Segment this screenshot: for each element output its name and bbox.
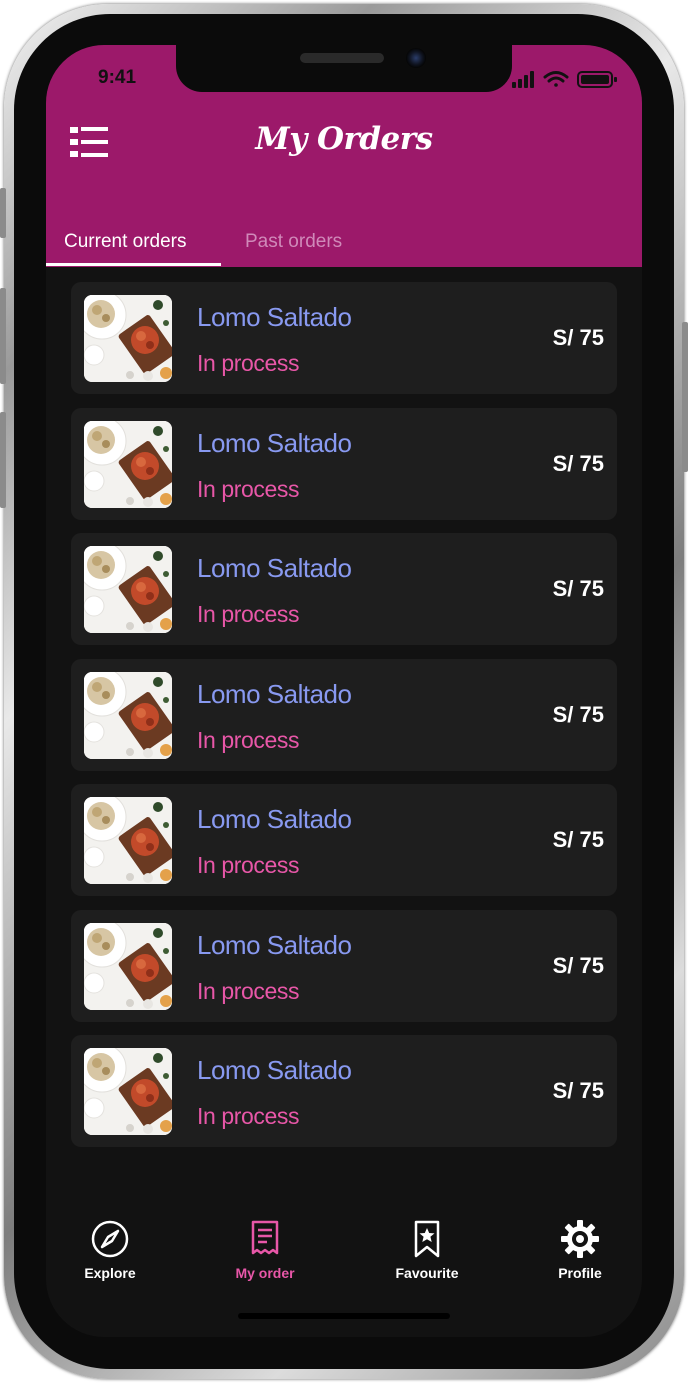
order-price: S/ 75 <box>552 1078 604 1103</box>
nav-my-order[interactable]: My order <box>205 1219 325 1281</box>
app-screen: 9:41 My Orders Current orders Past order… <box>46 45 642 1337</box>
power-button <box>682 322 688 472</box>
order-thumbnail <box>84 295 172 382</box>
order-card-6[interactable]: Lomo Saltado In process S/ 75 <box>71 909 617 1022</box>
order-card-5[interactable]: Lomo Saltado In process S/ 75 <box>71 784 617 896</box>
order-name: Lomo Saltado <box>197 1055 352 1085</box>
volume-down-button <box>0 412 6 508</box>
tab-current-orders[interactable]: Current orders <box>64 231 187 253</box>
order-status: In process <box>197 475 300 502</box>
order-name: Lomo Saltado <box>197 929 352 960</box>
order-thumbnail <box>84 922 172 1010</box>
order-name: Lomo Saltado <box>197 678 352 709</box>
compass-icon <box>91 1220 129 1258</box>
order-price: S/ 75 <box>552 450 604 476</box>
order-name: Lomo Saltado <box>197 553 352 583</box>
order-name: Lomo Saltado <box>197 427 352 458</box>
nav-favourite[interactable]: Favourite <box>367 1219 487 1281</box>
volume-up-button <box>0 288 6 384</box>
status-icons <box>512 71 617 88</box>
order-price: S/ 75 <box>552 827 604 852</box>
battery-icon <box>577 71 617 88</box>
speaker-grille <box>300 53 384 63</box>
nav-explore[interactable]: Explore <box>50 1219 170 1281</box>
status-time: 9:41 <box>98 67 137 88</box>
order-status: In process <box>197 1103 300 1129</box>
order-price: S/ 75 <box>552 325 604 350</box>
nav-favourite-label: Favourite <box>395 1265 459 1281</box>
order-name: Lomo Saltado <box>197 804 352 834</box>
order-price: S/ 75 <box>552 576 604 601</box>
order-thumbnail <box>84 671 172 759</box>
page-title: My Orders <box>255 121 433 157</box>
nav-profile[interactable]: Profile <box>520 1219 640 1281</box>
order-thumbnail <box>84 420 172 508</box>
mute-switch <box>0 188 6 238</box>
nav-profile-label: Profile <box>558 1265 602 1281</box>
receipt-icon <box>251 1220 279 1255</box>
bookmark-star-icon <box>414 1220 440 1258</box>
order-card-7[interactable]: Lomo Saltado In process S/ 75 <box>71 1035 617 1147</box>
camera-notch <box>176 45 512 92</box>
order-card-3[interactable]: Lomo Saltado In process S/ 75 <box>71 533 617 645</box>
order-thumbnail <box>84 1048 172 1135</box>
order-card-1[interactable]: Lomo Saltado In process S/ 75 <box>71 282 617 394</box>
order-status: In process <box>197 977 300 1004</box>
order-price: S/ 75 <box>552 952 604 978</box>
order-status: In process <box>197 350 300 376</box>
nav-my-order-label: My order <box>235 1265 295 1281</box>
order-price: S/ 75 <box>552 701 604 727</box>
order-status: In process <box>197 726 300 753</box>
nav-explore-label: Explore <box>84 1265 136 1281</box>
order-status: In process <box>197 852 300 878</box>
home-indicator[interactable] <box>238 1313 450 1319</box>
signal-icon <box>512 71 534 88</box>
gear-icon <box>561 1220 599 1258</box>
order-name: Lomo Saltado <box>197 302 352 332</box>
order-card-4[interactable]: Lomo Saltado In process S/ 75 <box>71 658 617 771</box>
wifi-icon <box>543 71 569 87</box>
front-camera <box>406 48 426 68</box>
order-thumbnail <box>84 546 172 633</box>
order-card-2[interactable]: Lomo Saltado In process S/ 75 <box>71 407 617 520</box>
bottom-nav: Explore My order Favourite Profile <box>46 1205 642 1295</box>
order-thumbnail <box>84 797 172 884</box>
active-tab-indicator <box>46 263 221 266</box>
tab-past-orders[interactable]: Past orders <box>245 231 342 253</box>
order-status: In process <box>197 601 300 627</box>
